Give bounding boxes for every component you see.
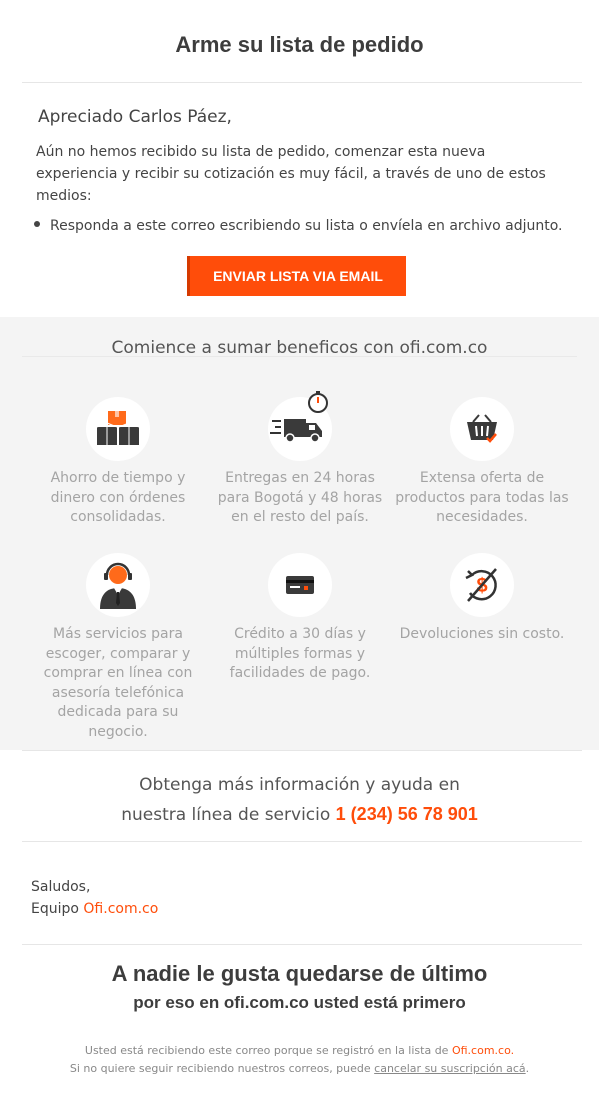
greeting: Apreciado Carlos Páez,	[38, 107, 232, 127]
benefit-item: Crédito a 30 días y múltiples formas y f…	[210, 553, 390, 684]
tagline-main: A nadie le gusta quedarse de último	[111, 961, 488, 986]
service-line-2: nuestra línea de servicio 1 (234) 56 78 …	[0, 800, 599, 830]
phone-link[interactable]: 1 (234) 56 78 901	[336, 804, 478, 824]
bullet-item: Responda a este correo escribiendo su li…	[34, 218, 563, 234]
support-agent-icon	[86, 553, 150, 617]
footer-unsub-text: Si no quiere seguir recibiendo nuestros …	[69, 1062, 371, 1075]
bullet-dot	[34, 221, 40, 227]
boxes-icon	[86, 397, 150, 461]
benefit-item: Entregas en 24 horas para Bogotá y 48 ho…	[210, 391, 390, 528]
divider	[22, 82, 582, 83]
service-line-label: nuestra línea de servicio	[121, 805, 331, 825]
divider	[22, 356, 577, 357]
benefit-text: Ahorro de tiempo y dinero con órdenes co…	[50, 470, 186, 525]
divider	[22, 750, 582, 751]
service-line-1: Obtenga más información y ayuda en	[139, 775, 460, 795]
benefit-text: Crédito a 30 días y múltiples formas y f…	[229, 626, 371, 681]
footer-line-2: Si no quiere seguir recibiendo nuestros …	[0, 1060, 599, 1078]
brand-link[interactable]: Ofi.com.co	[83, 901, 158, 917]
footer-notice: Usted está recibiendo este correo porque…	[84, 1044, 449, 1057]
benefit-text: Entregas en 24 horas para Bogotá y 48 ho…	[217, 470, 383, 525]
footer-brand-link[interactable]: Ofi.com.co.	[452, 1044, 514, 1057]
benefit-item: $ Devoluciones sin costo.	[392, 553, 572, 645]
signature-greeting: Saludos,	[31, 879, 91, 895]
benefit-text: Más servicios para escoger, comparar y c…	[43, 626, 193, 740]
footer-period: .	[525, 1062, 530, 1075]
benefit-text: Extensa oferta de productos para todas l…	[395, 470, 569, 525]
footer: Usted está recibiendo este correo porque…	[0, 1042, 599, 1078]
service-info: Obtenga más información y ayuda en nuest…	[0, 771, 599, 830]
divider	[22, 944, 582, 945]
benefit-item: Más servicios para escoger, comparar y c…	[28, 553, 208, 742]
unsubscribe-link[interactable]: cancelar su suscripción acá	[374, 1062, 525, 1075]
signature: Saludos, Equipo Ofi.com.co	[31, 876, 158, 920]
benefits-section: Comience a sumar beneficos con ofi.com.c…	[0, 317, 599, 750]
benefit-item: Extensa oferta de productos para todas l…	[392, 397, 572, 528]
benefits-title: Comience a sumar beneficos con ofi.com.c…	[111, 338, 488, 358]
signature-team: Equipo Ofi.com.co	[31, 898, 158, 920]
benefit-text: Devoluciones sin costo.	[399, 626, 565, 642]
benefit-item: Ahorro de tiempo y dinero con órdenes co…	[28, 397, 208, 528]
shopping-basket-icon	[450, 397, 514, 461]
bullet-text: Responda a este correo escribiendo su li…	[50, 218, 563, 234]
intro-text: Aún no hemos recibido su lista de pedido…	[36, 144, 546, 204]
tagline-sub: por eso en ofi.com.co usted está primero	[133, 993, 466, 1012]
no-cost-returns-icon: $	[450, 553, 514, 617]
divider	[22, 841, 582, 842]
footer-line-1: Usted está recibiendo este correo porque…	[0, 1042, 599, 1060]
credit-card-icon	[268, 553, 332, 617]
page-title: Arme su lista de pedido	[175, 32, 424, 57]
send-list-button[interactable]: ENVIAR LISTA VIA EMAIL	[187, 256, 406, 296]
signature-prefix: Equipo	[31, 901, 79, 917]
delivery-truck-icon	[268, 391, 332, 461]
